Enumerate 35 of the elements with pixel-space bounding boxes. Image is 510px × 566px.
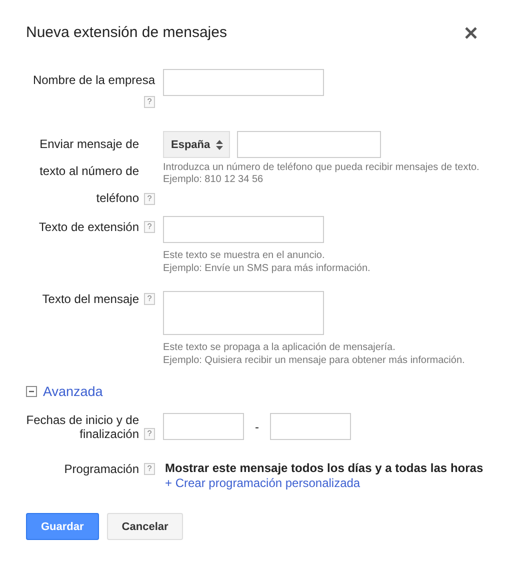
help-icon[interactable]: ? <box>144 293 155 305</box>
range-dash: - <box>255 420 259 434</box>
help-icon[interactable]: ? <box>144 96 155 108</box>
collapse-icon <box>26 386 37 397</box>
help-icon[interactable]: ? <box>144 463 155 475</box>
help-icon[interactable]: ? <box>144 192 155 204</box>
country-select[interactable]: España <box>163 131 230 158</box>
schedule-text: Mostrar este mensaje todos los días y a todas las horas <box>165 461 484 476</box>
text-field[interactable] <box>163 69 324 96</box>
text-field[interactable] <box>163 216 324 243</box>
hint-text: Introduzca un número de teléfono que pueda recibir mensajes de texto. <box>163 162 480 173</box>
create-schedule-link[interactable]: + Crear programación personalizada <box>165 476 484 491</box>
message-textarea[interactable] <box>163 291 324 335</box>
field-label: Enviar mensaje de texto al número de teléfono <box>38 136 139 207</box>
hint-text: Ejemplo: Envíe un SMS para más información. <box>163 263 370 274</box>
field-label: Texto de extensión <box>38 219 139 236</box>
hint-text: Este texto se propaga a la aplicación de mensajería. <box>163 342 396 353</box>
field-label: Texto del mensaje <box>42 291 139 307</box>
field-label: Fechas de inicio y de finalización <box>26 413 139 441</box>
cancel-button[interactable]: Cancelar <box>106 513 184 540</box>
advanced-toggle[interactable]: Avanzada <box>26 384 103 399</box>
help-icon[interactable]: ? <box>144 428 155 440</box>
help-icon[interactable]: ? <box>144 221 155 233</box>
dialog-title: Nueva extensión de mensajes <box>26 24 227 41</box>
sort-arrows-icon <box>216 140 223 150</box>
date-field[interactable] <box>163 413 244 440</box>
save-button[interactable]: Guardar <box>26 513 99 540</box>
phone-field[interactable] <box>237 131 381 158</box>
field-label: Programación <box>64 461 139 477</box>
hint-text: Este texto se muestra en el anuncio. <box>163 250 326 261</box>
hint-text: Ejemplo: 810 12 34 56 <box>163 174 264 185</box>
field-label: Nombre de la empresa <box>32 72 155 89</box>
hint-text: Ejemplo: Quisiera recibir un mensaje para obtener más información. <box>163 355 465 366</box>
close-button[interactable] <box>464 26 478 40</box>
date-field[interactable] <box>270 413 351 440</box>
